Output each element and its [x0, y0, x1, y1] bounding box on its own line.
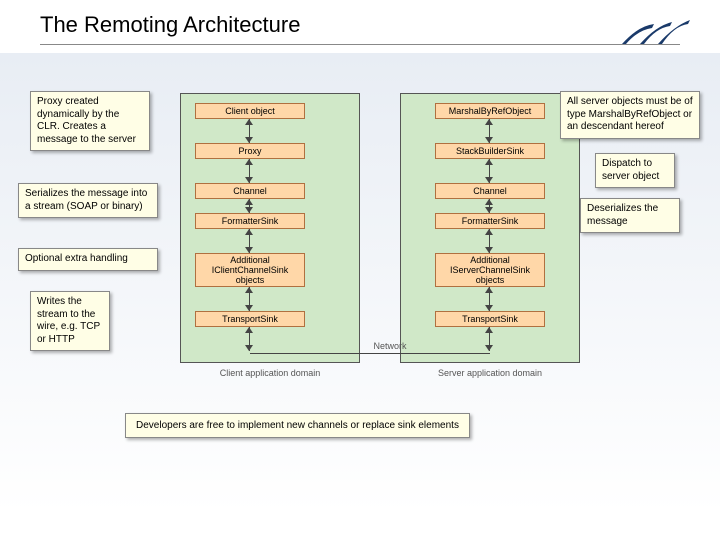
arrowhead-icon	[485, 177, 493, 183]
page-title: The Remoting Architecture	[40, 12, 680, 38]
arrowhead-icon	[485, 327, 493, 333]
arrowhead-icon	[485, 247, 493, 253]
arrowhead-icon	[245, 199, 253, 205]
arrowhead-icon	[485, 199, 493, 205]
arrowhead-icon	[485, 119, 493, 125]
node-sbs: StackBuilderSink	[435, 143, 545, 159]
callout-deserialize: Deserializes the message	[580, 198, 680, 233]
arrowhead-icon	[485, 137, 493, 143]
logo-icon	[620, 20, 690, 48]
node-additional-left: Additional IClientChannelSink objects	[195, 253, 305, 287]
arrowhead-icon	[245, 177, 253, 183]
node-client-object: Client object	[195, 103, 305, 119]
caption-client-domain: Client application domain	[180, 368, 360, 378]
arrowhead-icon	[245, 159, 253, 165]
callout-dispatch: Dispatch to server object	[595, 153, 675, 188]
callout-writes: Writes the stream to the wire, e.g. TCP …	[30, 291, 110, 351]
arrowhead-icon	[485, 229, 493, 235]
callout-allserver: All server objects must be of type Marsh…	[560, 91, 700, 139]
node-channel-right: Channel	[435, 183, 545, 199]
header-divider	[40, 44, 680, 45]
arrowhead-icon	[245, 345, 253, 351]
arrowhead-icon	[245, 229, 253, 235]
node-transport-left: TransportSink	[195, 311, 305, 327]
node-formatter-left: FormatterSink	[195, 213, 305, 229]
arrowhead-icon	[485, 305, 493, 311]
arrowhead-icon	[485, 159, 493, 165]
callout-proxy: Proxy created dynamically by the CLR. Cr…	[30, 91, 150, 151]
arrowhead-icon	[245, 305, 253, 311]
node-channel-left: Channel	[195, 183, 305, 199]
node-proxy: Proxy	[195, 143, 305, 159]
diagram-area: Client object Proxy Channel FormatterSin…	[0, 53, 720, 513]
caption-server-domain: Server application domain	[400, 368, 580, 378]
arrowhead-icon	[485, 287, 493, 293]
arrowhead-icon	[245, 119, 253, 125]
callout-optional: Optional extra handling	[18, 248, 158, 271]
arrowhead-icon	[485, 207, 493, 213]
arrowhead-icon	[245, 247, 253, 253]
network-line	[250, 353, 490, 354]
node-formatter-right: FormatterSink	[435, 213, 545, 229]
arrowhead-icon	[485, 345, 493, 351]
arrowhead-icon	[245, 327, 253, 333]
arrowhead-icon	[245, 137, 253, 143]
node-mbr: MarshalByRefObject	[435, 103, 545, 119]
caption-network: Network	[360, 341, 420, 351]
arrowhead-icon	[245, 287, 253, 293]
node-additional-right: Additional IServerChannelSink objects	[435, 253, 545, 287]
node-transport-right: TransportSink	[435, 311, 545, 327]
callout-serialize: Serializes the message into a stream (SO…	[18, 183, 158, 218]
arrowhead-icon	[245, 207, 253, 213]
callout-bottom: Developers are free to implement new cha…	[125, 413, 470, 438]
